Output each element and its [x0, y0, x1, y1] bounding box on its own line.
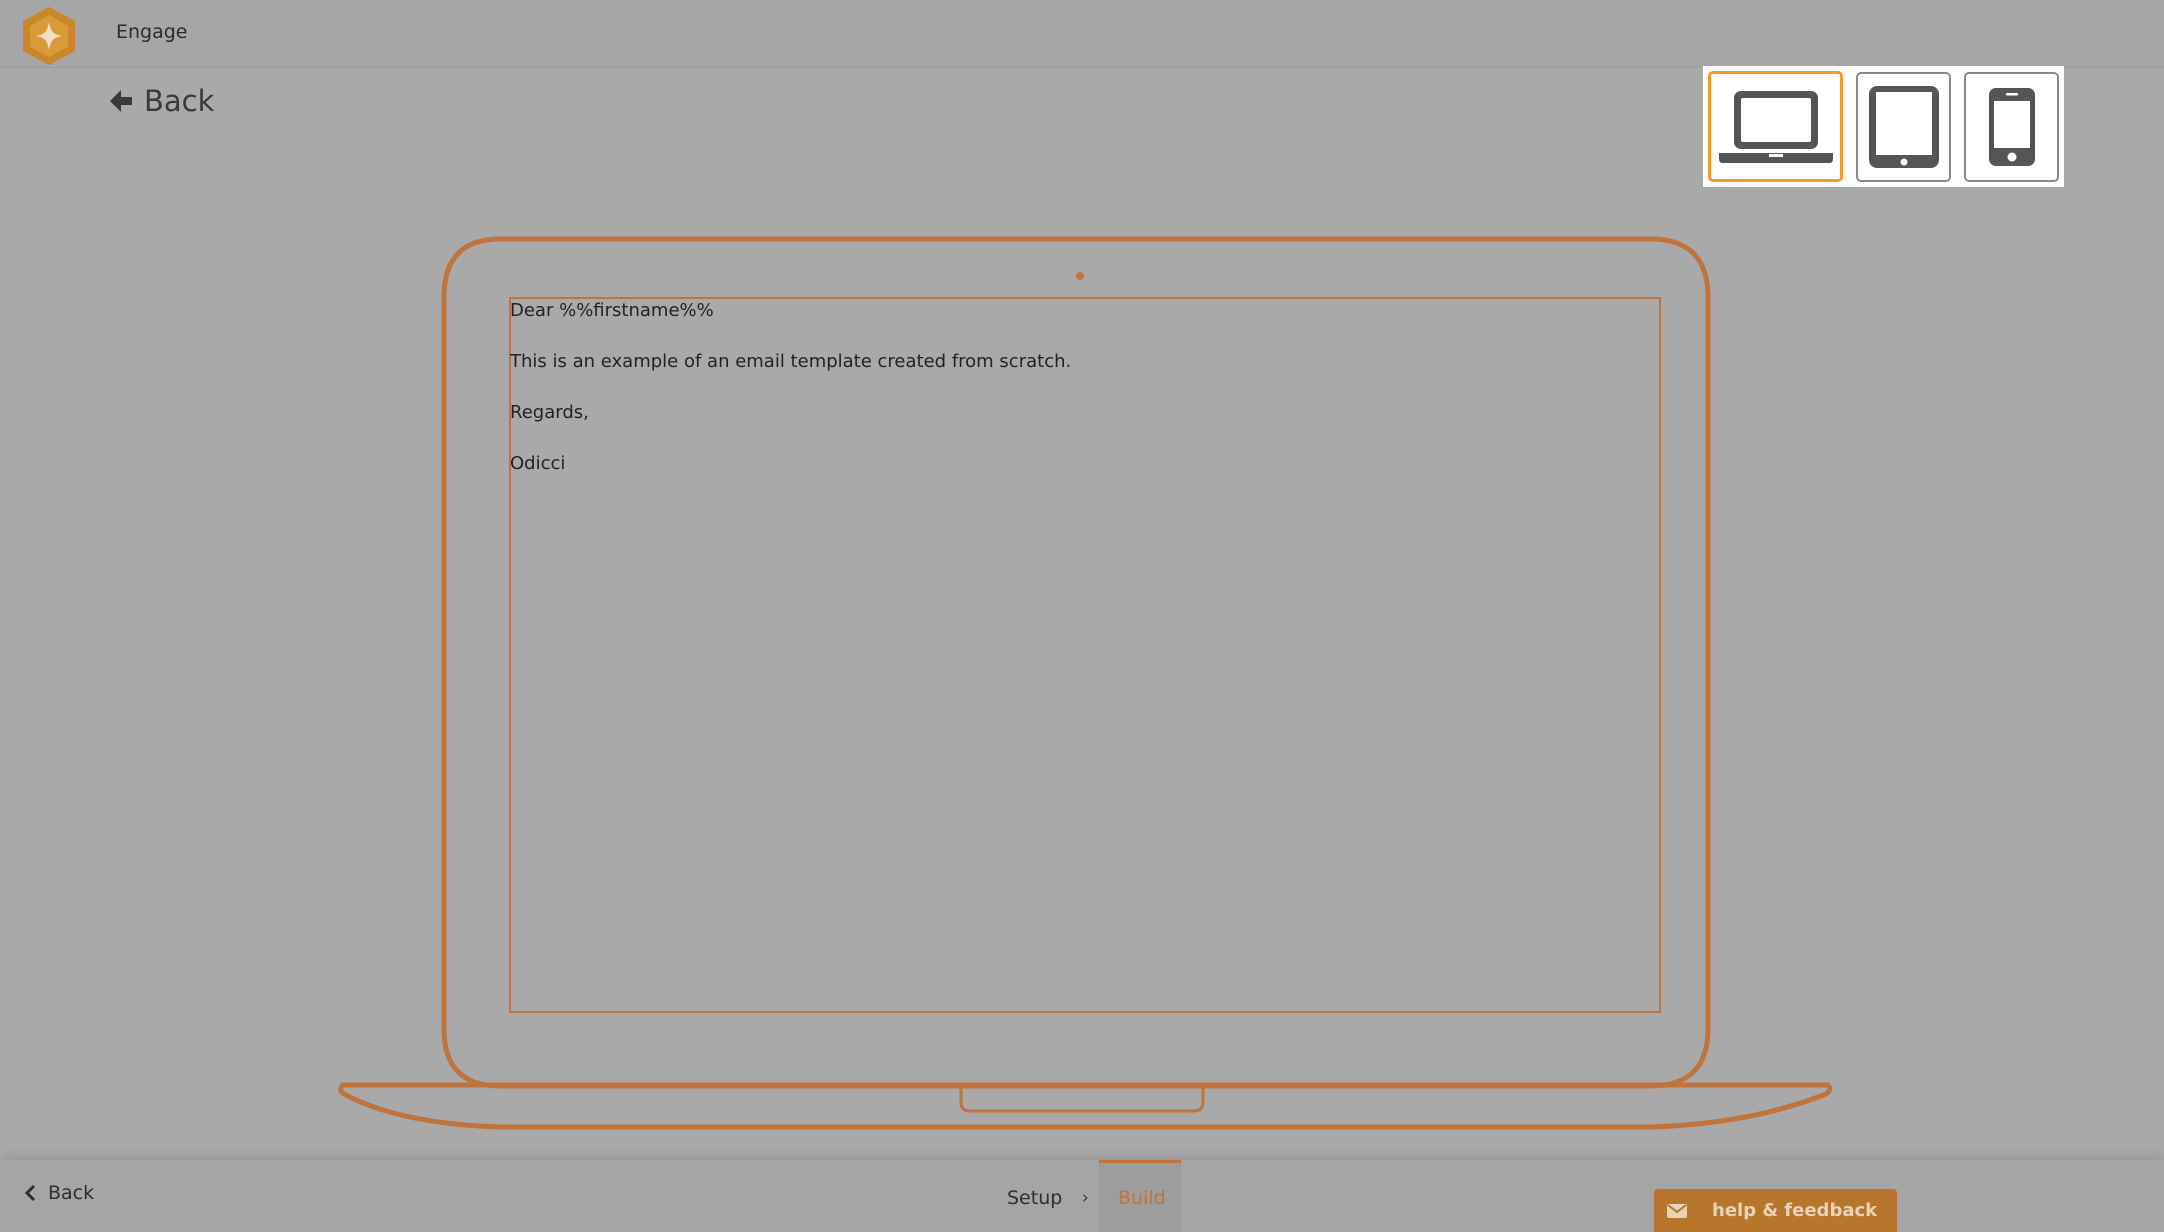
arrow-left-icon [110, 90, 132, 112]
help-feedback-button[interactable]: help & feedback [1654, 1189, 1897, 1232]
footer-back-button[interactable]: Back [24, 1182, 94, 1204]
device-switcher [1703, 66, 2064, 187]
step-build[interactable]: Build [1118, 1187, 1166, 1209]
envelope-icon [1667, 1203, 1687, 1218]
back-button[interactable]: Back [108, 84, 214, 118]
bottom-bar: Back Setup › Build help & feedback [0, 1160, 2164, 1232]
footer-back-label: Back [48, 1182, 95, 1204]
phone-icon [1988, 88, 2035, 166]
step-setup[interactable]: Setup [1007, 1187, 1062, 1209]
email-line: Regards, [510, 402, 589, 423]
device-tablet-button[interactable] [1856, 72, 1951, 182]
chevron-left-icon [24, 1184, 36, 1202]
device-mobile-button[interactable] [1964, 72, 2059, 182]
step-separator: › [1082, 1188, 1089, 1208]
help-feedback-label: help & feedback [1712, 1200, 1878, 1221]
email-line: Odicci [510, 453, 566, 474]
engage-logo-icon[interactable] [20, 5, 78, 67]
email-line: This is an example of an email template … [510, 351, 1072, 372]
app-name: Engage [116, 21, 188, 43]
back-label: Back [144, 84, 215, 118]
tablet-icon [1868, 86, 1939, 168]
device-desktop-button[interactable] [1708, 71, 1843, 182]
email-line: Dear %%firstname%% [510, 300, 714, 321]
laptop-icon [1718, 90, 1833, 163]
email-content[interactable]: Dear %%firstname%% This is an example of… [510, 298, 1660, 1012]
top-bar: Engage [0, 0, 2164, 68]
